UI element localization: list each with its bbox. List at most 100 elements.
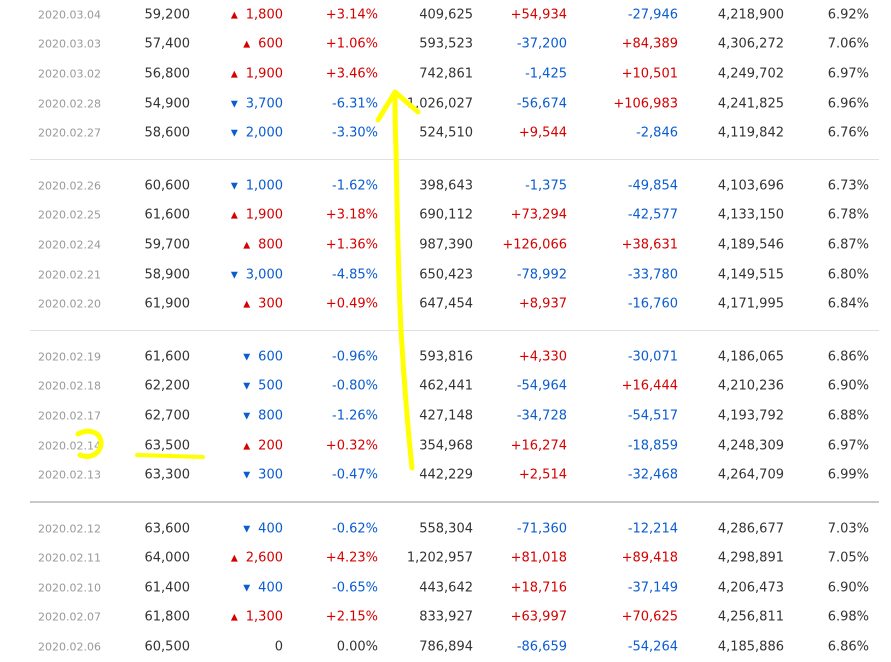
foreign-holdings-cell-value: 4,171,995 [717,296,784,312]
volume-cell: 647,454 [419,297,473,312]
down-arrow-icon: ▼ [243,381,251,392]
foreign-ratio-cell-value: 6.98% [827,609,869,625]
volume-cell: 786,894 [419,640,473,655]
foreign-ratio-cell: 6.99% [828,468,869,483]
foreign-holdings-cell-value: 4,298,891 [717,550,784,566]
foreign-holdings-cell-value: 4,206,473 [717,580,784,596]
foreign-holdings-cell: 4,248,309 [718,438,784,453]
institution-net-cell: +73,294 [511,208,567,223]
change-cell: ▲ 1,900 [231,66,283,81]
date-cell: 2020.02.10 [38,581,101,594]
foreign-net-cell-value: -54,264 [627,639,678,655]
change-rate-cell-value: -4.85% [332,267,378,283]
up-arrow-icon: ▲ [230,210,238,221]
volume-cell-value: 443,642 [419,580,473,596]
volume-cell-value: 427,148 [419,408,473,424]
close-price-cell-value: 61,900 [144,296,191,312]
foreign-net-cell-value: -37,149 [627,580,678,596]
foreign-holdings-cell: 4,286,677 [718,521,784,536]
date-cell-value: 2020.02.11 [38,551,101,565]
close-price-cell: 61,800 [145,610,191,625]
foreign-net-cell: -54,264 [628,640,678,655]
close-price-cell: 54,900 [145,96,191,111]
table-row: 2020.02.27 58,600 ▼ 2,000 -3.30% 524,510 +9,54… [0,118,891,148]
row-group: 2020.02.26 60,600 ▼ 1,000 -1.62% 398,643 -1,37… [0,171,891,319]
foreign-net-cell-value: +89,418 [621,550,678,566]
table-row: 2020.03.02 56,800 ▲ 1,900 +3.46% 742,861 -1,42… [0,59,891,89]
institution-net-cell-value: +2,514 [518,467,567,483]
down-arrow-icon: ▼ [243,352,251,363]
foreign-net-cell: -12,214 [628,521,678,536]
institution-net-cell-value: +8,937 [518,296,567,312]
up-arrow-icon: ▲ [243,299,251,310]
institution-net-cell: +9,544 [519,126,567,141]
foreign-ratio-cell-value: 6.78% [827,207,869,223]
volume-cell: 427,148 [419,408,473,423]
change-rate-cell: +1.06% [326,37,378,52]
foreign-holdings-cell-value: 4,218,900 [717,7,784,23]
change-rate-cell: -1.62% [332,178,378,193]
change-cell: ▼ 3,000 [231,267,283,282]
volume-cell: 593,816 [419,349,473,364]
volume-cell-value: 398,643 [419,178,473,194]
foreign-ratio-cell: 6.78% [828,208,869,223]
change-rate-cell-value: +2.15% [325,609,378,625]
institution-net-cell: -1,375 [525,178,567,193]
foreign-net-cell-value: +10,501 [621,66,678,82]
volume-cell-value: 742,861 [419,66,473,82]
institution-net-cell-value: +9,544 [518,125,567,141]
institution-net-cell-value: +73,294 [510,207,567,223]
close-price-cell: 56,800 [145,66,191,81]
close-price-cell-value: 61,600 [144,207,191,223]
volume-cell-value: 650,423 [419,267,473,283]
close-price-cell-value: 60,600 [144,178,191,194]
date-cell: 2020.02.20 [38,298,101,311]
volume-cell-value: 442,229 [419,467,473,483]
foreign-net-cell-value: -30,071 [627,349,678,365]
change-rate-cell-value: +3.46% [325,66,378,82]
foreign-ratio-cell: 6.76% [828,126,869,141]
change-rate-cell: +0.49% [326,297,378,312]
change-cell-value: 400 [258,580,283,596]
foreign-net-cell: -49,854 [628,178,678,193]
group-divider [30,329,879,331]
foreign-holdings-cell: 4,249,702 [718,66,784,81]
foreign-ratio-cell: 6.90% [828,379,869,394]
institution-net-cell-value: -34,728 [516,408,567,424]
date-cell-value: 2020.02.27 [38,126,101,140]
institution-net-cell-value: +18,716 [510,580,567,596]
change-rate-cell: -0.47% [332,468,378,483]
foreign-ratio-cell-value: 6.90% [827,378,869,394]
volume-cell: 833,927 [419,610,473,625]
change-rate-cell-value: +0.32% [325,438,378,454]
foreign-holdings-cell-value: 4,306,272 [717,36,784,52]
volume-cell-value: 647,454 [419,296,473,312]
volume-cell-value: 786,894 [419,639,473,655]
change-rate-cell-value: -1.26% [332,408,378,424]
foreign-ratio-cell: 7.06% [828,37,869,52]
institution-net-cell: -86,659 [517,640,567,655]
volume-cell-value: 409,625 [419,7,473,23]
foreign-net-cell-value: -18,859 [627,438,678,454]
foreign-ratio-cell-value: 6.73% [827,178,869,194]
change-rate-cell: +1.36% [326,237,378,252]
close-price-cell-value: 63,600 [144,521,191,537]
table-row: 2020.02.19 61,600 ▼ 600 -0.96% 593,816 +4,330 -… [0,342,891,372]
volume-cell: 398,643 [419,178,473,193]
date-cell: 2020.02.13 [38,469,101,482]
date-cell: 2020.02.12 [38,522,101,535]
date-cell-value: 2020.02.07 [38,610,101,624]
volume-cell: 742,861 [419,66,473,81]
change-rate-cell-value: -3.30% [332,125,378,141]
change-rate-cell: -0.62% [332,521,378,536]
foreign-net-cell-value: -54,517 [627,408,678,424]
institution-net-cell: -1,425 [525,66,567,81]
institution-net-cell: +2,514 [519,468,567,483]
date-cell: 2020.02.18 [38,380,101,393]
change-cell: 0 [275,640,283,655]
foreign-holdings-cell-value: 4,210,236 [717,378,784,394]
foreign-holdings-cell: 4,186,065 [718,349,784,364]
volume-cell: 354,968 [419,438,473,453]
row-group: 2020.02.19 61,600 ▼ 600 -0.96% 593,816 +4,330 -… [0,342,891,490]
group-divider [30,158,879,160]
